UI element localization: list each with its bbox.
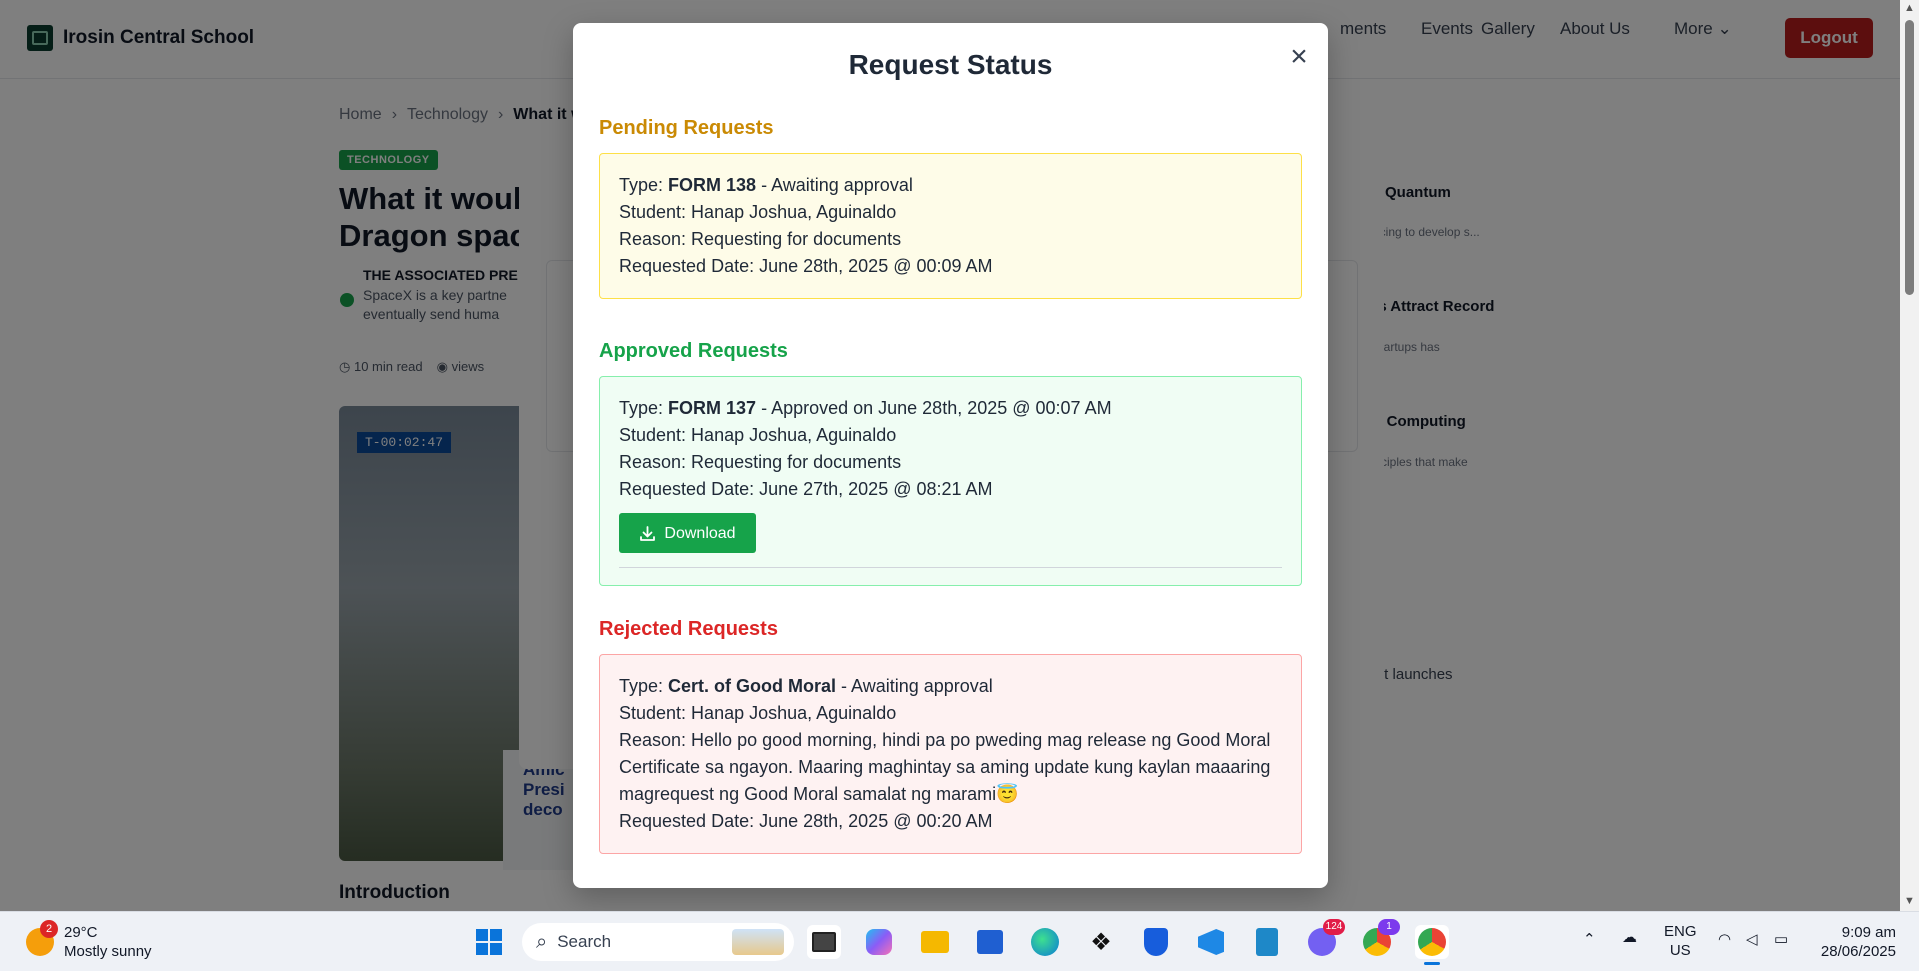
type-label: Type: [619, 398, 669, 418]
request-reason: Reason: Hello po good morning, hindi pa … [619, 730, 1271, 804]
volume-icon[interactable]: ◁ [1746, 930, 1758, 949]
request-status-text: - Awaiting approval [756, 175, 913, 195]
download-icon [640, 525, 656, 541]
scroll-up-arrow-icon[interactable]: ▲ [1904, 2, 1915, 14]
pending-request-card: Type: FORM 138 - Awaiting approval Stude… [599, 153, 1302, 299]
request-date: Requested Date: June 28th, 2025 @ 00:09 … [619, 256, 993, 276]
clock-date: 28/06/2025 [1820, 943, 1896, 960]
type-label: Type: [619, 175, 669, 195]
weather-temperature: 29°C [64, 924, 98, 941]
request-date: Requested Date: June 28th, 2025 @ 00:20 … [619, 811, 993, 831]
microsoft-store-icon[interactable] [973, 925, 1007, 959]
type-label: Type: [619, 676, 669, 696]
modal-title: Request Status [848, 49, 1053, 80]
chrome-profile-icon[interactable]: 1 [1360, 919, 1400, 959]
request-student: Student: Hanap Joshua, Aguinaldo [619, 703, 897, 723]
rejected-requests-heading: Rejected Requests [599, 618, 778, 640]
scroll-down-arrow-icon[interactable]: ▼ [1904, 895, 1915, 907]
search-highlight-image-icon [732, 929, 784, 955]
vscode-icon[interactable] [1194, 925, 1228, 959]
request-status-text: - Approved on June 28th, 2025 @ 00:07 AM [756, 398, 1112, 418]
clock-time: 9:09 am [1841, 924, 1896, 941]
request-type: Type: FORM 137 - Approved on June 28th, … [619, 395, 1282, 422]
approved-requests-heading: Approved Requests [599, 340, 788, 362]
weather-badge: 2 [40, 920, 58, 938]
file-explorer-icon[interactable] [918, 925, 952, 959]
notepad-icon[interactable] [1250, 925, 1284, 959]
search-placeholder: Search [557, 932, 612, 951]
request-student: Student: Hanap Joshua, Aguinaldo [619, 202, 897, 222]
viber-badge: 124 [1323, 919, 1345, 935]
rejected-request-card: Type: Cert. of Good Moral - Awaiting app… [599, 654, 1302, 854]
bitwarden-icon[interactable] [1139, 925, 1173, 959]
dropbox-icon[interactable]: ❖ [1084, 925, 1118, 959]
show-hidden-icons-chevron-icon[interactable]: ⌃ [1583, 930, 1596, 949]
language-indicator[interactable]: ENG US [1664, 922, 1697, 960]
download-button[interactable]: Download [619, 513, 756, 553]
system-clock[interactable]: 9:09 am 28/06/2025 [1800, 923, 1896, 961]
pending-requests-heading: Pending Requests [599, 117, 774, 139]
windows-taskbar: 2 29°C Mostly sunny ⌕ Search ❖ 124 1 ⌃ ☁… [0, 911, 1919, 971]
wifi-icon[interactable]: ◠ [1718, 930, 1731, 949]
language-code: ENG [1664, 923, 1697, 940]
request-status-modal: Request Status × Pending Requests Type: … [573, 23, 1328, 888]
task-view-icon[interactable] [807, 925, 841, 959]
weather-widget[interactable]: 2 29°C Mostly sunny [26, 920, 152, 961]
request-type: Type: FORM 138 - Awaiting approval [619, 172, 1282, 199]
type-value: Cert. of Good Moral [668, 676, 837, 696]
request-reason: Reason: Requesting for documents [619, 452, 902, 472]
weather-condition: Mostly sunny [64, 943, 152, 960]
type-value: FORM 137 [668, 398, 757, 418]
onedrive-cloud-icon[interactable]: ☁ [1622, 928, 1637, 947]
type-value: FORM 138 [668, 175, 757, 195]
scrollbar-thumb[interactable] [1905, 20, 1914, 295]
taskbar-search[interactable]: ⌕ Search [522, 923, 794, 961]
chrome-badge: 1 [1378, 919, 1400, 935]
weather-sun-icon: 2 [26, 920, 58, 956]
request-type: Type: Cert. of Good Moral - Awaiting app… [619, 673, 1282, 700]
request-student: Student: Hanap Joshua, Aguinaldo [619, 425, 897, 445]
copilot-icon[interactable] [862, 925, 896, 959]
request-status-text: - Awaiting approval [836, 676, 993, 696]
viber-icon[interactable]: 124 [1305, 919, 1345, 959]
windows-start-icon[interactable] [472, 925, 506, 959]
edge-browser-icon[interactable] [1028, 925, 1062, 959]
close-icon[interactable]: × [1283, 41, 1315, 73]
battery-icon[interactable]: ▭ [1774, 930, 1788, 949]
search-icon: ⌕ [536, 930, 548, 953]
approved-request-card: Type: FORM 137 - Approved on June 28th, … [599, 376, 1302, 586]
region-code: US [1669, 942, 1691, 959]
card-divider [619, 567, 1282, 568]
request-reason: Reason: Requesting for documents [619, 229, 902, 249]
page-scrollbar[interactable]: ▲ ▼ [1900, 0, 1919, 911]
download-label: Download [664, 524, 736, 542]
chrome-active-icon[interactable] [1415, 925, 1449, 965]
request-date: Requested Date: June 27th, 2025 @ 08:21 … [619, 479, 993, 499]
